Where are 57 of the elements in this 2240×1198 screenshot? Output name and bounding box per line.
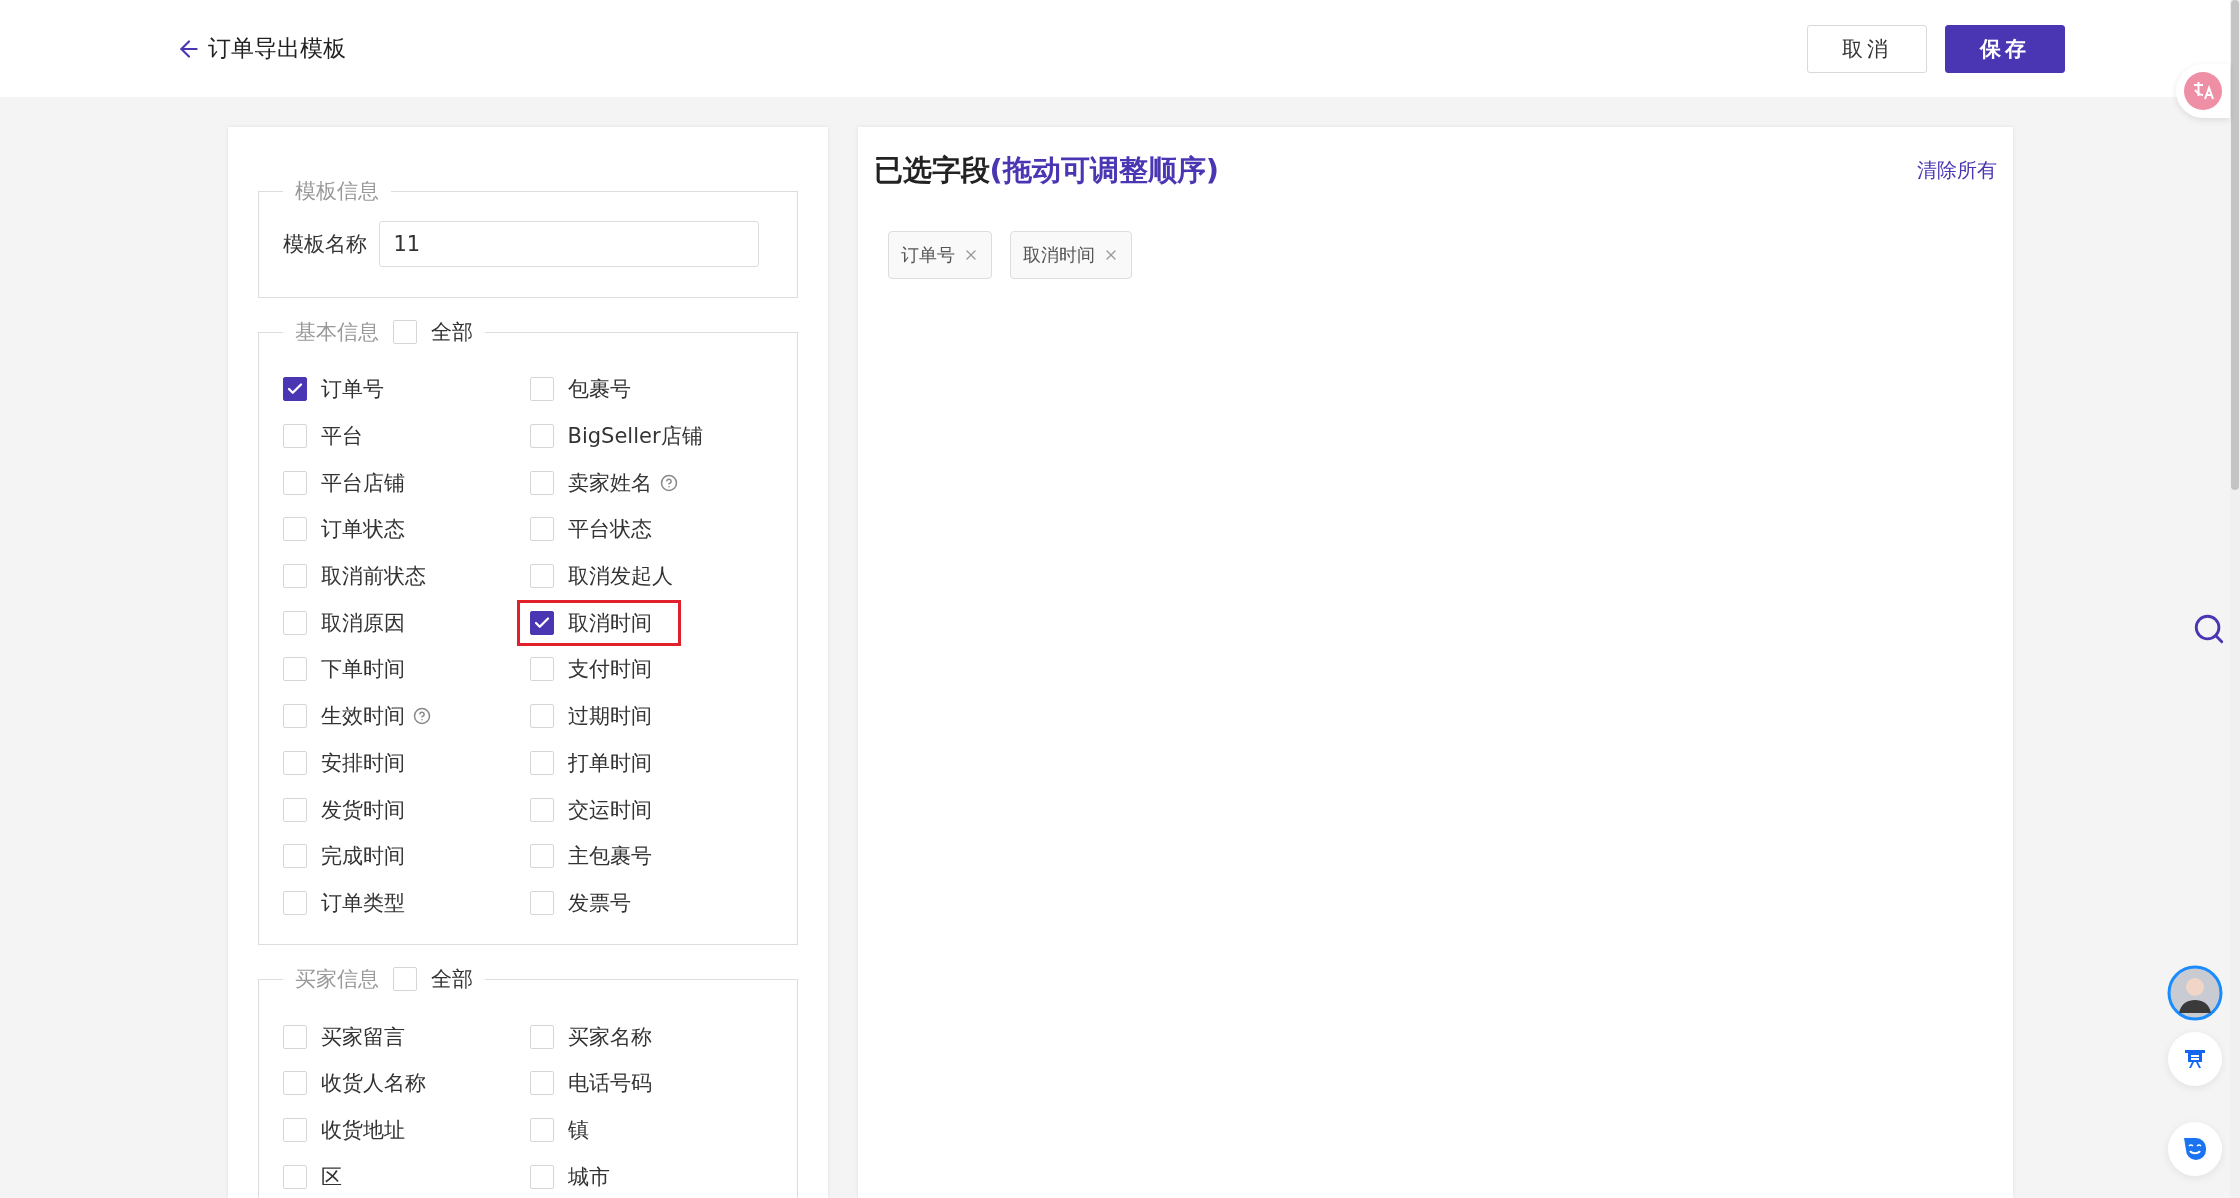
- checkbox-label[interactable]: 电话号码: [567, 1069, 652, 1098]
- checkbox-label[interactable]: 取消前状态: [320, 562, 426, 591]
- checkbox-label[interactable]: 生效时间: [320, 702, 405, 731]
- checkbox-label[interactable]: 平台店铺: [320, 468, 405, 497]
- board-icon: [2184, 1048, 2206, 1070]
- checkbox[interactable]: [529, 610, 554, 635]
- field-label: 模板名称: [282, 231, 367, 258]
- checkbox-label[interactable]: 安排时间: [320, 748, 405, 777]
- checkbox-label[interactable]: 交运时间: [567, 795, 652, 824]
- checkbox-label[interactable]: 订单状态: [320, 515, 405, 544]
- checkbox[interactable]: [282, 377, 307, 402]
- clear-all-link[interactable]: 清除所有: [1916, 157, 1997, 184]
- panel-title: 已选字段(拖动可调整顺序): [873, 152, 1219, 189]
- checkbox-label[interactable]: 发票号: [567, 888, 631, 917]
- checkbox-label[interactable]: 下单时间: [320, 655, 405, 684]
- checkbox-label[interactable]: 完成时间: [320, 842, 405, 871]
- checkbox-label[interactable]: 全部: [430, 318, 473, 346]
- checkbox-label[interactable]: 平台: [320, 422, 363, 451]
- checkbox-label[interactable]: 收货人名称: [320, 1069, 426, 1098]
- checkbox-label[interactable]: 卖家姓名: [567, 468, 652, 497]
- scrollbar[interactable]: [2230, 0, 2240, 1198]
- search-icon[interactable]: [2192, 612, 2226, 646]
- checkbox-label[interactable]: 买家留言: [320, 1022, 405, 1051]
- checkbox-label[interactable]: 订单号: [320, 375, 384, 404]
- checkbox-label[interactable]: 包裹号: [567, 375, 631, 404]
- section-legend: 基本信息: [294, 318, 379, 346]
- checkbox-label[interactable]: 主包裹号: [567, 842, 652, 871]
- checkbox-label[interactable]: 发货时间: [320, 795, 405, 824]
- page-title: 订单导出模板: [207, 34, 346, 63]
- checkbox-label[interactable]: 取消时间: [567, 608, 652, 637]
- checkbox-label[interactable]: BigSeller店铺: [567, 422, 703, 451]
- section-legend: 买家信息: [294, 965, 379, 994]
- checkbox-label[interactable]: 镇: [567, 1115, 589, 1144]
- template-name-field[interactable]: 11: [378, 221, 759, 267]
- checkbox-label[interactable]: 取消原因: [320, 608, 405, 637]
- translate-tab[interactable]: [2176, 64, 2230, 118]
- checkbox-label[interactable]: 收货地址: [320, 1115, 405, 1144]
- smile-icon: [2182, 1136, 2208, 1162]
- avatar[interactable]: [2167, 965, 2223, 1021]
- checkbox-label[interactable]: 支付时间: [567, 655, 652, 684]
- save-button[interactable]: 保存: [1944, 24, 2065, 73]
- checkbox-label[interactable]: 区: [320, 1162, 342, 1191]
- checkbox-label[interactable]: 过期时间: [567, 702, 652, 731]
- cancel-button[interactable]: 取消: [1806, 24, 1927, 73]
- checkbox-label[interactable]: 平台状态: [567, 515, 652, 544]
- checkbox-label[interactable]: 订单类型: [320, 888, 405, 917]
- help-icon[interactable]: [659, 473, 678, 492]
- section-legend: 模板信息: [294, 177, 379, 205]
- checkbox-label[interactable]: 买家名称: [567, 1022, 652, 1051]
- checkbox-label[interactable]: 打单时间: [567, 748, 652, 777]
- field-tag[interactable]: 取消时间: [1009, 231, 1132, 279]
- checkbox-label[interactable]: 城市: [567, 1162, 610, 1191]
- checkbox-label[interactable]: 全部: [430, 965, 473, 994]
- help-icon[interactable]: [412, 707, 431, 726]
- field-tag[interactable]: 订单号: [887, 231, 992, 279]
- checkbox-label[interactable]: 取消发起人: [567, 562, 673, 591]
- translate-icon: [2183, 71, 2223, 111]
